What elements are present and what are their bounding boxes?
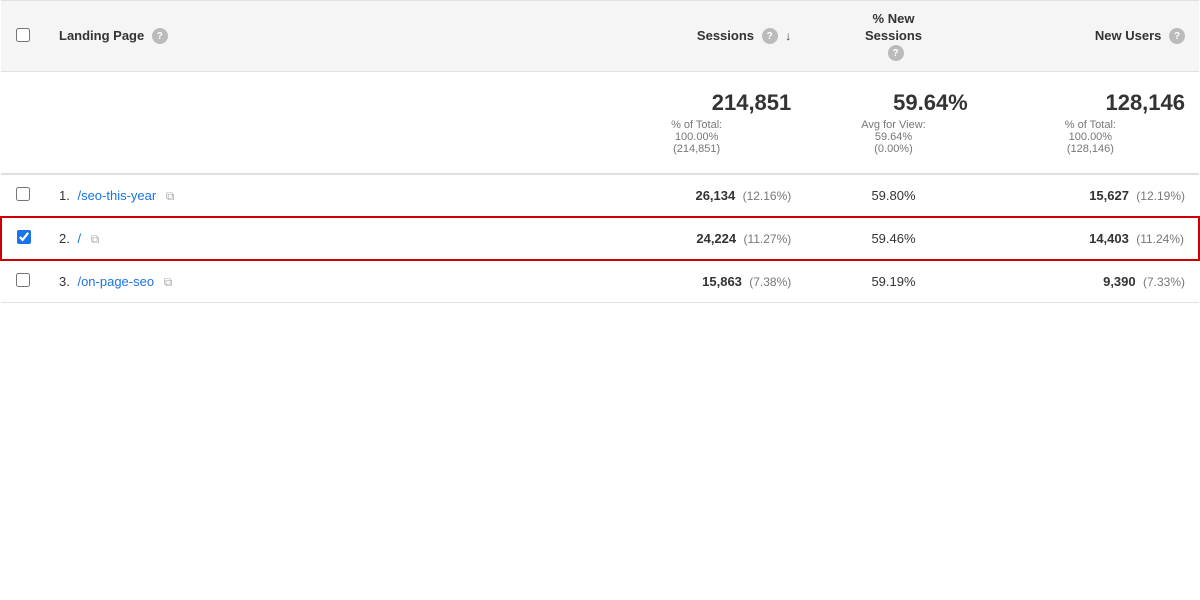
copy-icon[interactable]: ⧉ [91, 232, 100, 247]
new-users-value: 14,403 [1089, 231, 1129, 246]
summary-checkbox-col [1, 72, 45, 175]
row-new-sessions: 59.19% [805, 260, 981, 303]
sessions-pct: (12.16%) [739, 189, 791, 203]
table-row: 3. /on-page-seo ⧉ 15,863 (7.38%)59.19%9,… [1, 260, 1199, 303]
page-link[interactable]: / [77, 231, 81, 246]
row-sessions: 24,224 (11.27%) [588, 217, 805, 260]
header-checkbox-col [1, 1, 45, 72]
page-link[interactable]: /on-page-seo [77, 274, 154, 289]
summary-new-sessions-sub: Avg for View: 59.64% (0.00%) [819, 119, 967, 155]
row-number: 1. [59, 188, 70, 203]
row-checkbox-col [1, 217, 45, 260]
sessions-value: 26,134 [695, 188, 735, 203]
row-new-sessions: 59.80% [805, 174, 981, 217]
new-users-pct: (11.24%) [1133, 232, 1184, 246]
row-checkbox-2[interactable] [16, 273, 30, 287]
row-new-sessions: 59.46% [805, 217, 981, 260]
summary-new-users-col: 128,146 % of Total: 100.00% (128,146) [982, 72, 1199, 175]
new-users-help-icon[interactable]: ? [1169, 28, 1185, 44]
row-landing-page: 1. /seo-this-year ⧉ [45, 174, 588, 217]
summary-new-sessions-col: 59.64% Avg for View: 59.64% (0.00%) [805, 72, 981, 175]
row-sessions: 15,863 (7.38%) [588, 260, 805, 303]
new-sessions-header: % NewSessions ? [805, 1, 981, 72]
sessions-sort-arrow[interactable]: ↓ [785, 29, 791, 43]
summary-new-users-value: 128,146 [996, 90, 1185, 116]
summary-sessions-sub: % of Total: 100.00% (214,851) [602, 119, 791, 155]
row-new-users: 15,627 (12.19%) [982, 174, 1199, 217]
summary-label-col [45, 72, 588, 175]
page-link[interactable]: /seo-this-year [77, 188, 156, 203]
row-checkbox-col [1, 260, 45, 303]
table-row: 1. /seo-this-year ⧉ 26,134 (12.16%)59.80… [1, 174, 1199, 217]
row-landing-page: 3. /on-page-seo ⧉ [45, 260, 588, 303]
sessions-value: 15,863 [702, 274, 742, 289]
new-sessions-label: % NewSessions [819, 11, 967, 45]
sessions-label: Sessions [697, 28, 754, 43]
summary-row: 214,851 % of Total: 100.00% (214,851) 59… [1, 72, 1199, 175]
landing-page-label: Landing Page [59, 28, 144, 43]
sessions-pct: (7.38%) [746, 275, 791, 289]
sessions-pct: (11.27%) [740, 232, 791, 246]
sessions-header: Sessions ? ↓ [588, 1, 805, 72]
summary-sessions-col: 214,851 % of Total: 100.00% (214,851) [588, 72, 805, 175]
copy-icon[interactable]: ⧉ [166, 189, 175, 204]
new-users-pct: (12.19%) [1133, 189, 1185, 203]
new-sessions-help-icon[interactable]: ? [888, 45, 904, 61]
row-number: 2. [59, 231, 70, 246]
row-checkbox-col [1, 174, 45, 217]
select-all-checkbox[interactable] [16, 28, 30, 42]
analytics-table: Landing Page ? Sessions ? ↓ % NewSession… [0, 0, 1200, 303]
new-users-header: New Users ? [982, 1, 1199, 72]
new-users-label: New Users [1095, 28, 1161, 43]
row-checkbox-0[interactable] [16, 187, 30, 201]
landing-page-header: Landing Page ? [45, 1, 588, 72]
row-new-users: 14,403 (11.24%) [982, 217, 1199, 260]
summary-sessions-value: 214,851 [602, 90, 791, 116]
copy-icon[interactable]: ⧉ [164, 275, 173, 290]
summary-new-users-sub: % of Total: 100.00% (128,146) [996, 119, 1185, 155]
row-landing-page: 2. / ⧉ [45, 217, 588, 260]
sessions-help-icon[interactable]: ? [762, 28, 778, 44]
landing-page-help-icon[interactable]: ? [152, 28, 168, 44]
table-row: 2. / ⧉ 24,224 (11.27%)59.46%14,403 (11.2… [1, 217, 1199, 260]
new-users-value: 9,390 [1103, 274, 1136, 289]
row-checkbox-1[interactable] [17, 230, 31, 244]
row-sessions: 26,134 (12.16%) [588, 174, 805, 217]
sessions-value: 24,224 [696, 231, 736, 246]
new-users-pct: (7.33%) [1140, 275, 1185, 289]
summary-new-sessions-value: 59.64% [819, 90, 967, 116]
new-users-value: 15,627 [1089, 188, 1129, 203]
row-number: 3. [59, 274, 70, 289]
row-new-users: 9,390 (7.33%) [982, 260, 1199, 303]
